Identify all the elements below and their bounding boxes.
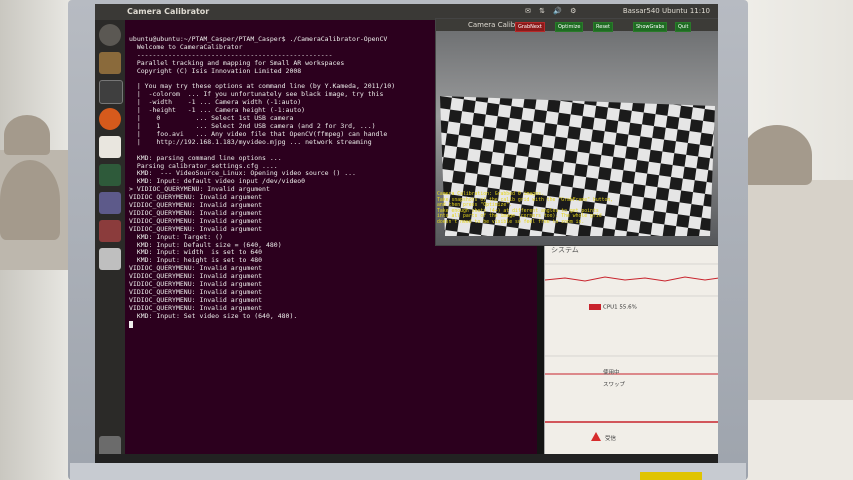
terminal-line: ----------------------------------------… — [129, 50, 333, 59]
terminal-line: VIDIOC_QUERYMENU: Invalid argument — [129, 216, 263, 225]
screen-bottom-edge — [95, 454, 718, 463]
terminal-line: KMD: Input: width is set to 640 — [129, 248, 263, 257]
terminal-line: KMD: Input: Set video size to (640, 480)… — [129, 311, 298, 320]
terminal-line: | You may try these options at command l… — [129, 82, 396, 91]
screen: Camera Calibrator ✉ ⇅ 🔊 ⚙ Bassar540 Ubun… — [95, 4, 718, 463]
terminal-line: VIDIOC_QUERYMENU: Invalid argument — [129, 264, 263, 273]
terminal-line: VIDIOC_QUERYMENU: Invalid argument — [129, 201, 263, 210]
terminal-cursor — [129, 320, 133, 328]
chair — [0, 160, 60, 240]
optimize-button[interactable]: Optimize — [555, 22, 584, 32]
terminal-line: VIDIOC_QUERYMENU: Invalid argument — [129, 208, 263, 217]
system-monitor-window[interactable]: システム CPU1 55.6% 使用中 スワップ 受信 — [544, 244, 718, 454]
terminal-line: > VIDIOC_QUERYMENU: Invalid argument — [129, 185, 270, 194]
cpu-color-swatch — [589, 304, 601, 310]
terminal-line: VIDIOC_QUERYMENU: Invalid argument — [129, 224, 263, 233]
terminal-line: VIDIOC_QUERYMENU: Invalid argument — [129, 193, 263, 202]
terminal-line: VIDIOC_QUERYMENU: Invalid argument — [129, 295, 263, 304]
monitor-badge — [640, 472, 702, 480]
firefox-icon[interactable] — [99, 108, 121, 130]
reset-button[interactable]: Reset — [593, 22, 613, 32]
terminal-line: VIDIOC_QUERYMENU: Invalid argument — [129, 280, 263, 289]
terminal-line: ubuntu@ubuntu:~/PTAM_Casper/PTAM_Casper$… — [129, 35, 388, 43]
sysmon-icon[interactable] — [99, 164, 121, 186]
terminal-line: VIDIOC_QUERYMENU: Invalid argument — [129, 303, 263, 312]
terminal-line: KMD: parsing command line options ... — [129, 153, 282, 162]
terminal-line: KMD: --- VideoSource_Linux: Opening vide… — [129, 169, 356, 178]
terminal-line: Copyright (C) Isis Innovation Limited 20… — [129, 66, 302, 75]
terminal-line: VIDIOC_QUERYMENU: Invalid argument — [129, 272, 263, 281]
cpu-legend: CPU1 55.6% — [589, 304, 637, 311]
terminal-line: Welcome to CameraCalibrator — [129, 42, 243, 51]
topbar-clock[interactable]: Bassar540 Ubuntu 11:10 — [623, 7, 710, 15]
terminal-line: | foo.avi ... Any video file that OpenCV… — [129, 129, 388, 138]
terminal-line: | 1 ... Select 2nd USB camera (and 2 for… — [129, 121, 376, 130]
swap-label: スワップ — [603, 382, 626, 388]
help-icon[interactable] — [99, 192, 121, 214]
chair — [742, 125, 812, 185]
network-label: 受信 — [605, 436, 617, 442]
unity-launcher — [95, 20, 125, 463]
right-desk — [745, 180, 853, 400]
terminal-line: KMD: Input: Default size = (640, 480) — [129, 240, 282, 249]
dash-icon[interactable] — [99, 24, 121, 46]
chair — [4, 115, 50, 155]
terminal-icon[interactable] — [99, 80, 123, 104]
workspace-icon[interactable] — [99, 248, 121, 270]
window-title: Camera Calibrator — [127, 7, 210, 16]
terminal-line: Parsing calibrator_settings.cfg .... — [129, 161, 278, 170]
terminal-line: | http://192.168.1.183/myvideo.mjpg ... … — [129, 137, 372, 146]
cpu-history-line — [545, 276, 718, 282]
calibration-message: Camera Calibration: Grabbed 0 images. Ta… — [437, 192, 614, 225]
terminal-line: Parallel tracking and mapping for Small … — [129, 58, 345, 67]
terminal-line: KMD: Input: default video input /dev/vid… — [129, 177, 306, 186]
terminal-line: | -height -1 ... Camera height (-1:auto) — [129, 106, 306, 115]
files-icon[interactable] — [99, 52, 121, 74]
terminal-line: VIDIOC_QUERYMENU: Invalid argument — [129, 288, 263, 296]
terminal-line: KMD: Input: height is set to 480 — [129, 256, 263, 265]
history-graphs — [545, 263, 718, 423]
writer-icon[interactable] — [99, 136, 121, 158]
grab-next-button[interactable]: GrabNext — [515, 22, 545, 32]
network-receive-icon — [591, 432, 601, 441]
terminal-line: KMD: Input: Target: () — [129, 232, 223, 241]
system-tray[interactable]: ✉ ⇅ 🔊 ⚙ — [525, 7, 579, 15]
quit-button[interactable]: Quit — [675, 22, 692, 32]
memory-label: 使用中 — [603, 370, 620, 376]
terminal-line: | -colorom ... If you unfortunately see … — [129, 90, 384, 99]
show-grabs-button[interactable]: ShowGrabs — [633, 22, 668, 32]
terminal-line: | -width -1 ... Camera width (-1:auto) — [129, 98, 302, 107]
terminal-line: | 0 ... Select 1st USB camera — [129, 114, 294, 123]
settings-icon[interactable] — [99, 220, 121, 242]
